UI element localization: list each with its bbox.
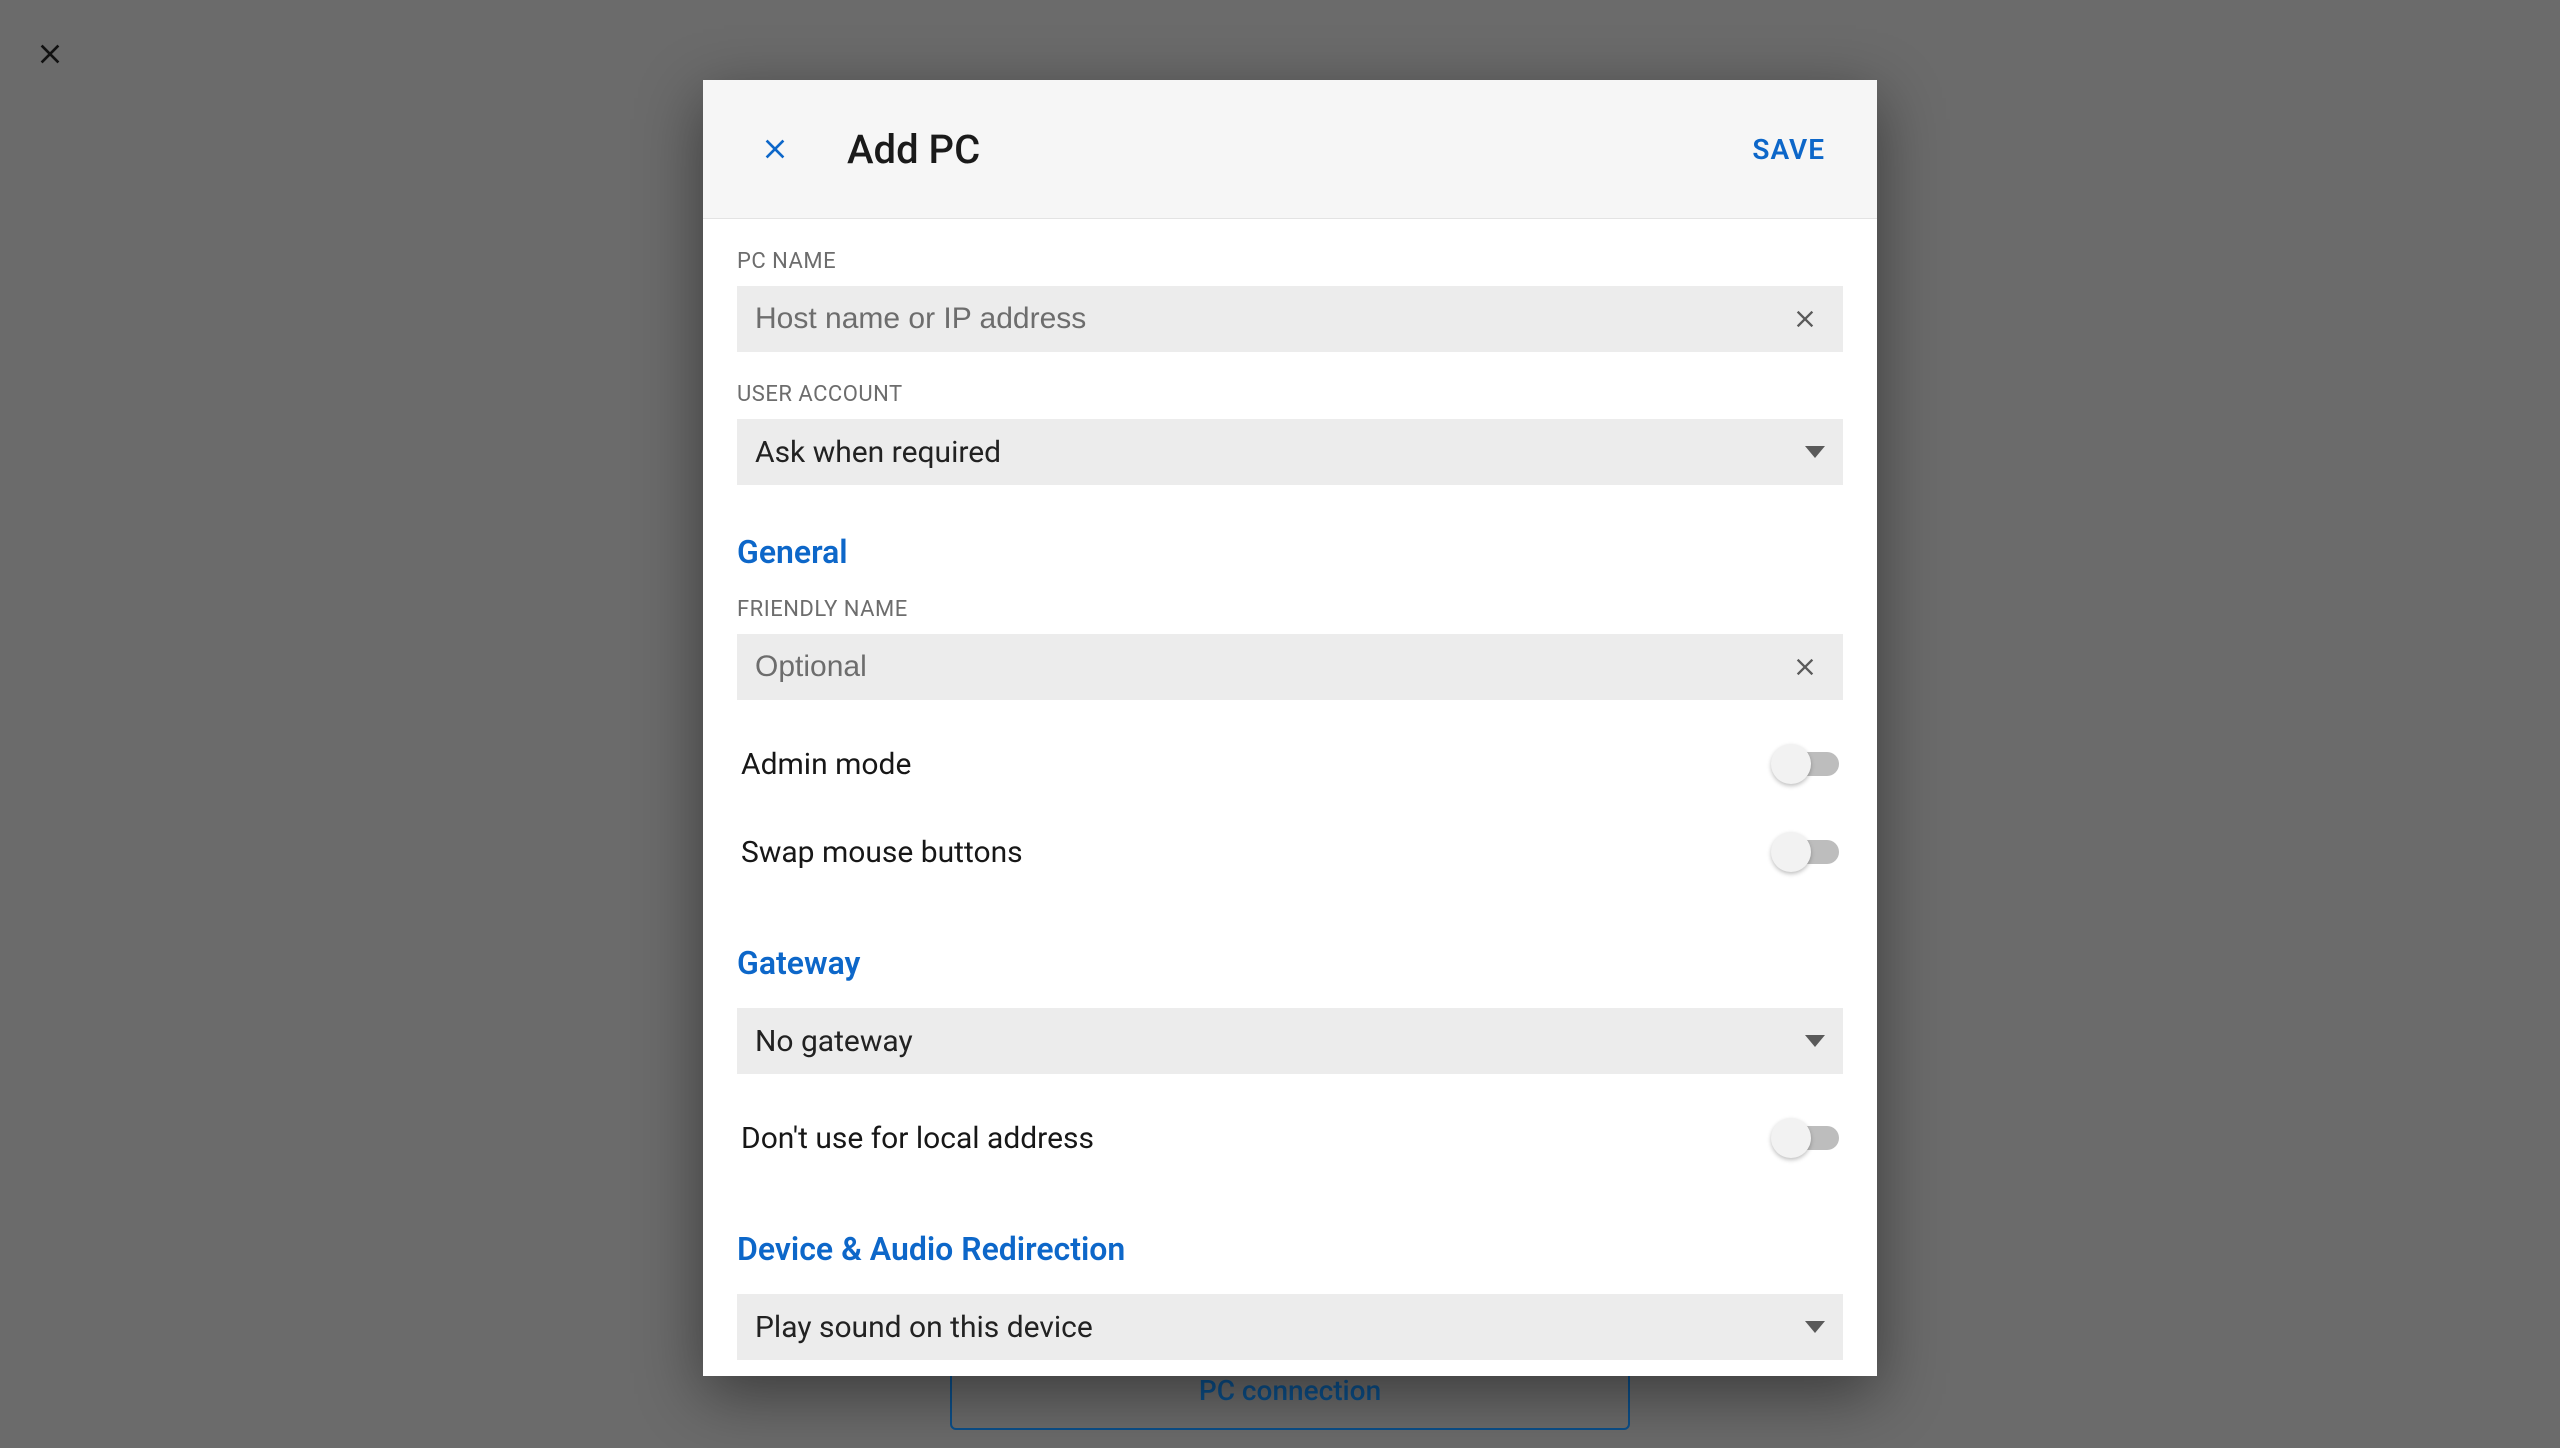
pc-name-label: PC NAME bbox=[737, 249, 1843, 274]
backdrop-close-button[interactable] bbox=[30, 34, 70, 74]
user-account-value: Ask when required bbox=[755, 435, 1805, 470]
chevron-down-icon bbox=[1805, 1035, 1825, 1047]
sound-select[interactable]: Play sound on this device bbox=[737, 1294, 1843, 1360]
save-button[interactable]: SAVE bbox=[1740, 123, 1837, 176]
bypass-local-label: Don't use for local address bbox=[741, 1121, 1773, 1156]
friendly-name-field-wrap bbox=[737, 634, 1843, 700]
pc-name-input[interactable] bbox=[755, 302, 1785, 336]
dialog-header: Add PC SAVE bbox=[703, 80, 1877, 219]
dialog-close-button[interactable] bbox=[747, 121, 803, 177]
swap-mouse-label: Swap mouse buttons bbox=[741, 835, 1773, 870]
toggle-knob bbox=[1771, 832, 1811, 872]
close-icon bbox=[1791, 653, 1819, 681]
section-title-general: General bbox=[737, 533, 1843, 571]
toggle-knob bbox=[1771, 744, 1811, 784]
sound-value: Play sound on this device bbox=[755, 1310, 1805, 1345]
friendly-name-clear-button[interactable] bbox=[1785, 647, 1825, 687]
section-title-gateway: Gateway bbox=[737, 944, 1843, 982]
admin-mode-toggle[interactable] bbox=[1773, 752, 1839, 776]
close-icon bbox=[759, 133, 791, 165]
section-title-redirection: Device & Audio Redirection bbox=[737, 1230, 1843, 1268]
bypass-local-toggle[interactable] bbox=[1773, 1126, 1839, 1150]
gateway-select[interactable]: No gateway bbox=[737, 1008, 1843, 1074]
pc-connection-label: PC connection bbox=[1199, 1374, 1381, 1407]
toggle-knob bbox=[1771, 1118, 1811, 1158]
pc-name-clear-button[interactable] bbox=[1785, 299, 1825, 339]
close-icon bbox=[1791, 305, 1819, 333]
friendly-name-label: FRIENDLY NAME bbox=[737, 597, 1843, 622]
friendly-name-input[interactable] bbox=[755, 650, 1785, 684]
pc-name-field-wrap bbox=[737, 286, 1843, 352]
dialog-body: PC NAME USER ACCOUNT Ask when required G… bbox=[703, 219, 1877, 1376]
user-account-select[interactable]: Ask when required bbox=[737, 419, 1843, 485]
close-icon bbox=[34, 38, 66, 70]
swap-mouse-row: Swap mouse buttons bbox=[737, 808, 1843, 896]
swap-mouse-toggle[interactable] bbox=[1773, 840, 1839, 864]
bypass-local-row: Don't use for local address bbox=[737, 1094, 1843, 1182]
admin-mode-label: Admin mode bbox=[741, 747, 1773, 782]
gateway-value: No gateway bbox=[755, 1024, 1805, 1059]
dialog-title: Add PC bbox=[847, 126, 1740, 173]
add-pc-dialog: Add PC SAVE PC NAME USER ACCOUNT Ask whe… bbox=[703, 80, 1877, 1376]
admin-mode-row: Admin mode bbox=[737, 720, 1843, 808]
chevron-down-icon bbox=[1805, 1321, 1825, 1333]
user-account-label: USER ACCOUNT bbox=[737, 382, 1843, 407]
chevron-down-icon bbox=[1805, 446, 1825, 458]
